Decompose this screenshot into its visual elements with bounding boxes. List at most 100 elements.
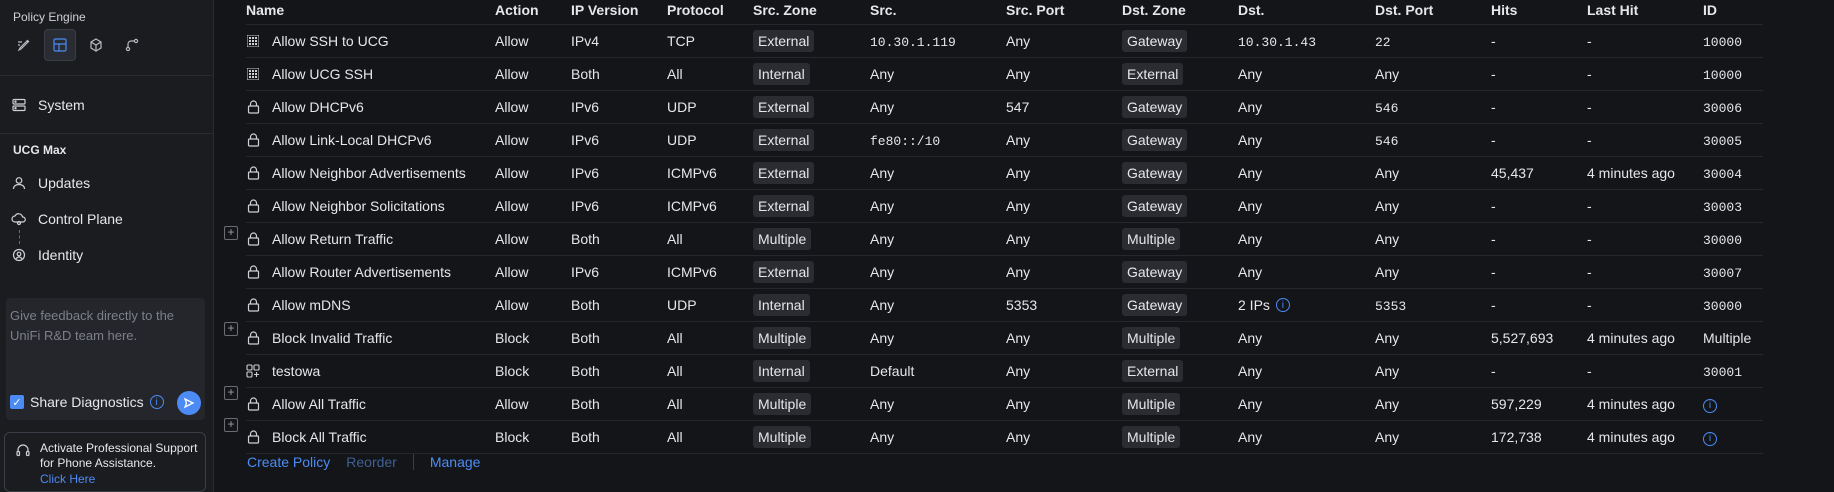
cell-dst-port: Any [1375,156,1491,190]
cell-value: Any [870,198,895,214]
policy-name: Allow Neighbor Advertisements [272,165,466,181]
table-row[interactable]: testowa Block Both All Internal Default Any Ext… [246,354,1763,388]
cell-value: UDP [667,99,697,115]
table-row[interactable]: Allow Link-Local DHCPv6 Allow IPv6 UDP Exter… [246,123,1763,157]
info-icon[interactable]: i [1275,298,1290,312]
zone-badge: Internal [753,294,810,316]
table-row[interactable]: Allow DHCPv6 Allow IPv6 UDP External Any 547 Ga… [246,90,1763,124]
table-row[interactable]: Allow Neighbor Solicitations Allow IPv6 ICM… [246,189,1763,223]
cell-dst: Any [1238,420,1375,454]
cell-dst-zone: Multiple [1122,420,1238,454]
expand-row-icon[interactable]: + [224,386,238,400]
nav-item-system[interactable]: System [10,96,85,114]
share-diagnostics-label: Share Diagnostics [30,394,144,410]
cell-src-port: Any [1006,354,1122,388]
reorder-link[interactable]: Reorder [346,454,397,470]
cell-hits: - [1491,90,1587,124]
cell-value: IPv6 [571,165,600,181]
manage-link[interactable]: Manage [430,454,481,470]
info-icon[interactable]: i [1703,431,1717,446]
feedback-box[interactable]: Give feedback directly to the UniFi R&D … [6,298,205,420]
cube-icon[interactable] [80,29,112,61]
table-row[interactable]: Allow mDNS Allow Both UDP Internal Any 5353 Gat… [246,288,1763,322]
lock-icon [246,298,260,312]
cell-dst-port: Any [1375,222,1491,256]
cell-value: Any [1238,231,1263,247]
cell-value: Any [1375,198,1400,214]
table-row[interactable]: Allow Neighbor Advertisements Allow IPv6 IC… [246,156,1763,190]
cell-src: Any [870,90,1006,124]
column-header[interactable]: Last Hit [1587,0,1703,25]
cell-hits: - [1491,123,1587,157]
cell-value: Any [1375,396,1400,412]
table-row[interactable]: Allow SSH to UCG Allow IPv4 TCP External 10.3… [246,24,1763,58]
column-header[interactable]: Action [495,0,571,25]
share-diagnostics[interactable]: ✓ Share Diagnostics i [10,394,164,410]
expand-row-icon[interactable]: + [224,418,238,432]
cell-src-port: Any [1006,123,1122,157]
cell-value: Any [1006,363,1031,379]
column-header[interactable]: Src. Zone [753,0,870,25]
cell-ip: Both [571,354,667,388]
pencil-rule-icon[interactable] [8,29,40,61]
cell-dst: Any [1238,321,1375,355]
cell-value: - [1491,198,1496,214]
lock-icon [246,133,260,147]
column-header[interactable]: Dst. Port [1375,0,1491,25]
column-header[interactable]: Hits [1491,0,1587,25]
nav-item-control-plane[interactable]: Control Plane [10,210,123,228]
cell-value: Any [1375,429,1400,445]
cell-last-hit: - [1587,24,1703,58]
cell-src: Any [870,255,1006,289]
info-icon[interactable]: i [149,395,164,409]
send-feedback-button[interactable] [177,391,201,415]
info-icon[interactable]: i [1703,398,1717,413]
cell-dst-port: Any [1375,189,1491,223]
table-row[interactable]: Block All Traffic Block Both All Multiple Any… [246,420,1763,454]
create-policy-link[interactable]: Create Policy [247,454,330,470]
device-label: UCG Max [13,143,67,157]
column-header[interactable]: Src. [870,0,1006,25]
column-header[interactable]: Protocol [667,0,753,25]
table-row[interactable]: Block Invalid Traffic Block Both All Multipl… [246,321,1763,355]
cell-ip: Both [571,288,667,322]
route-icon[interactable] [116,29,148,61]
cell-ip: IPv6 [571,90,667,124]
table-header-row: Name Action IP Version Protocol Src. Zone Src… [246,0,1763,25]
table-row[interactable]: Allow All Traffic Allow Both All Multiple Any… [246,387,1763,421]
cell-id: 30005 [1703,123,1763,157]
zone-badge: Multiple [753,393,812,415]
cell-value: Any [1238,99,1263,115]
share-diagnostics-checkbox[interactable]: ✓ [10,395,24,409]
table-grid-icon[interactable] [44,29,76,61]
column-header[interactable]: Src. Port [1006,0,1122,25]
nav-item-updates[interactable]: Updates [10,174,90,192]
column-header[interactable]: Dst. Zone [1122,0,1238,25]
column-header[interactable]: Dst. [1238,0,1375,25]
cell-dst-port: Any [1375,354,1491,388]
nav-item-identity[interactable]: Identity [10,246,83,264]
cell-value: IPv6 [571,132,600,148]
cell-value: Any [1006,429,1031,445]
cell-dst-port: 546 [1375,90,1491,124]
table-row[interactable]: Allow Router Advertisements Allow IPv6 ICMP… [246,255,1763,289]
table-row[interactable]: Allow Return Traffic Allow Both All Multiple… [246,222,1763,256]
column-header[interactable]: ID [1703,0,1763,25]
cell-value: 30004 [1703,166,1743,182]
cell-hits: 597,229 [1491,387,1587,421]
cell-value: All [667,231,683,247]
cell-value: Both [571,330,600,346]
cell-value: All [667,66,683,82]
expand-row-icon[interactable]: + [224,226,238,240]
cell-value: Any [1006,330,1031,346]
support-link[interactable]: Click Here [40,472,95,486]
column-header[interactable]: IP Version [571,0,667,25]
column-header[interactable]: Name [246,0,495,25]
cell-value: 30000 [1703,298,1743,314]
cell-dst: Any [1238,255,1375,289]
expand-row-icon[interactable]: + [224,322,238,336]
table-row[interactable]: Allow UCG SSH Allow Both All Internal Any Any E… [246,57,1763,91]
cell-value: 5,527,693 [1491,330,1554,346]
cell-value: Any [870,330,895,346]
cell-name: Block All Traffic [246,420,495,454]
